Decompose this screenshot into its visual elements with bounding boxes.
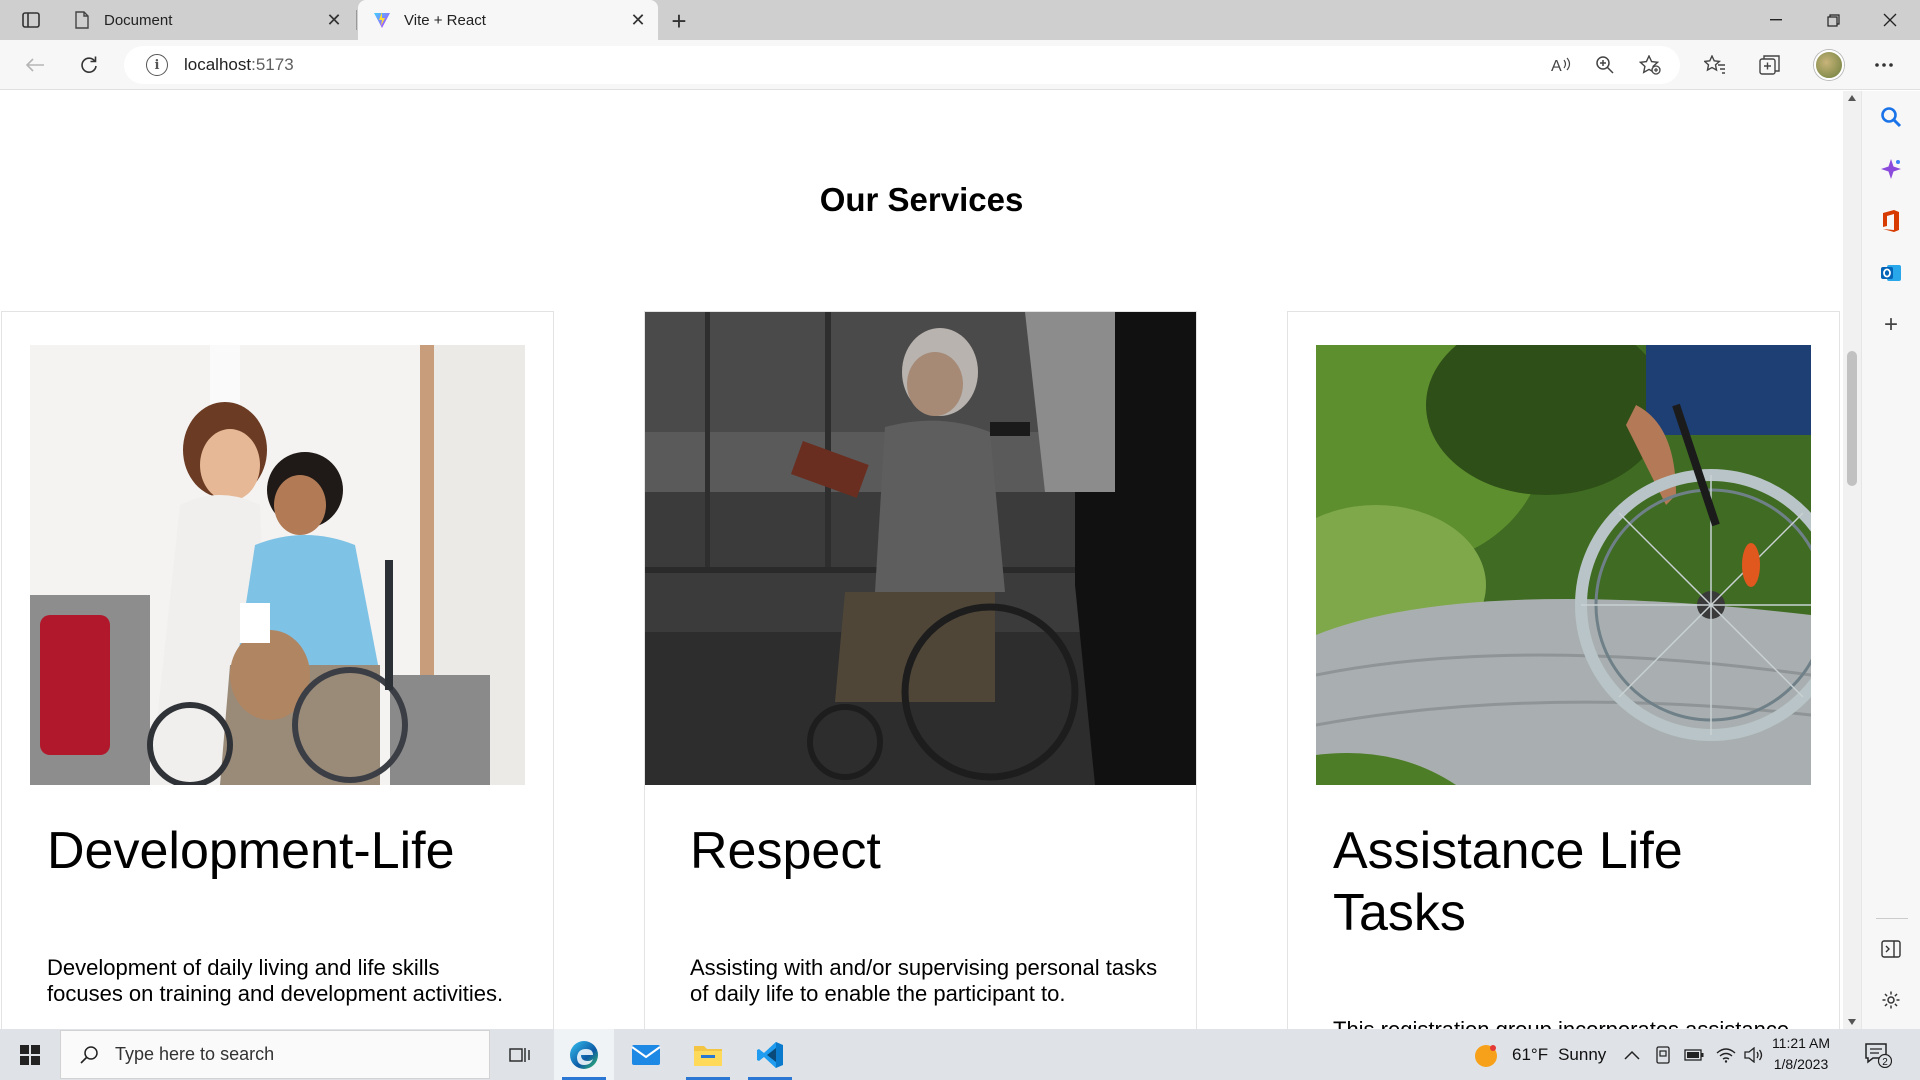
- windows-logo-icon: [20, 1044, 40, 1065]
- refresh-button[interactable]: [72, 49, 106, 81]
- taskbar-file-explorer[interactable]: [678, 1029, 738, 1080]
- discover-sparkle-icon[interactable]: [1876, 154, 1906, 184]
- scroll-down-icon[interactable]: [1848, 1019, 1856, 1025]
- mother-helping-boy-in-wheelchair-photo: [30, 345, 525, 785]
- folder-icon: [694, 1045, 722, 1066]
- service-card: Respect Assisting with and/or supervisin…: [644, 311, 1197, 1029]
- svg-text:A: A: [1551, 58, 1562, 74]
- tab-title: Vite + React: [404, 11, 486, 29]
- chevron-up-icon: [1624, 1050, 1640, 1060]
- edge-sidebar: +: [1861, 91, 1920, 1029]
- close-tab-icon[interactable]: ✕: [624, 6, 652, 34]
- profile-avatar[interactable]: [1814, 50, 1844, 80]
- url-text: localhost:5173: [184, 55, 294, 74]
- sun-icon: [1475, 1044, 1497, 1067]
- back-button[interactable]: [18, 49, 52, 81]
- hide-sidebar-icon[interactable]: [1876, 934, 1906, 964]
- back-arrow-icon: [25, 58, 44, 72]
- navigation-bar: i localhost:5173 A: [0, 40, 1920, 90]
- vscode-icon: [757, 1041, 783, 1068]
- search-icon[interactable]: [1876, 102, 1906, 132]
- new-tab-button[interactable]: +: [664, 6, 694, 36]
- restore-button[interactable]: [1805, 0, 1861, 40]
- vite-logo-icon: [372, 10, 392, 30]
- minimize-icon: [1770, 19, 1782, 21]
- favorites-icon[interactable]: [1699, 49, 1731, 81]
- settings-and-more-icon[interactable]: [1868, 49, 1900, 81]
- sidebar-settings-gear-icon[interactable]: [1876, 985, 1906, 1015]
- tab-document[interactable]: Document ✕: [58, 0, 354, 40]
- edge-icon: [570, 1040, 598, 1069]
- add-favorite-icon[interactable]: [1634, 49, 1666, 81]
- taskbar-clock[interactable]: 11:21 AM 1/8/2023: [1764, 1033, 1838, 1075]
- tab-strip: Document ✕ Vite + React ✕ +: [0, 0, 1920, 40]
- search-placeholder: Type here to search: [115, 1044, 275, 1064]
- office-icon[interactable]: [1876, 206, 1906, 236]
- clock-date: 1/8/2023: [1773, 1056, 1829, 1072]
- read-aloud-icon[interactable]: A: [1545, 49, 1577, 81]
- tab-actions-icon: [22, 12, 40, 28]
- card-text: Development of daily living and life ski…: [47, 955, 504, 1006]
- mail-icon: [631, 1044, 661, 1065]
- restore-icon: [1826, 13, 1840, 27]
- minimize-button[interactable]: [1748, 0, 1804, 40]
- add-sidebar-item-icon[interactable]: +: [1876, 310, 1906, 340]
- service-card: Assistance Life Tasks This registration …: [1287, 311, 1840, 1029]
- page-viewport: Our Services Development-Life Developmen…: [0, 91, 1843, 1029]
- notification-icon: 2: [1865, 1043, 1892, 1068]
- caregiver-pushing-elderly-woman-wheelchair-photo: [645, 312, 1196, 785]
- wifi-icon: [1716, 1047, 1736, 1063]
- task-view-icon: [509, 1047, 530, 1062]
- card-title: Respect: [690, 822, 881, 880]
- tab-vite-react[interactable]: Vite + React ✕: [358, 0, 658, 40]
- show-hidden-icons-button[interactable]: [1624, 1029, 1640, 1080]
- zoom-icon[interactable]: [1589, 49, 1621, 81]
- start-button[interactable]: [0, 1029, 60, 1080]
- close-icon: [1883, 13, 1897, 27]
- tab-title: Document: [104, 11, 173, 29]
- taskbar-vscode[interactable]: [740, 1029, 800, 1080]
- volume-button[interactable]: [1744, 1029, 1764, 1080]
- taskbar-search-input[interactable]: Type here to search: [60, 1030, 490, 1079]
- site-info-icon[interactable]: i: [146, 54, 168, 76]
- refresh-icon: [81, 56, 97, 73]
- weather-temperature: 61°F: [1512, 1044, 1549, 1064]
- collections-icon[interactable]: [1754, 49, 1786, 81]
- speaker-icon: [1744, 1046, 1763, 1063]
- windows-taskbar: Type here to search 61°F Sunny 11:21 AM …: [0, 1029, 1920, 1080]
- card-title: Development-Life: [47, 822, 455, 880]
- weather-widget[interactable]: 61°F Sunny: [1474, 1029, 1606, 1080]
- device-icon: [1656, 1045, 1670, 1064]
- network-button[interactable]: [1716, 1029, 1736, 1080]
- battery-button[interactable]: [1684, 1029, 1704, 1080]
- section-title: Our Services: [819, 181, 1024, 218]
- service-card: Development-Life Development of daily li…: [1, 311, 554, 1029]
- outlook-icon[interactable]: [1876, 258, 1906, 288]
- card-text: This registration group incorporates ass…: [1333, 1017, 1803, 1029]
- card-title: Assistance Life Tasks: [1333, 822, 1683, 942]
- tab-separator: [356, 10, 357, 30]
- search-icon: [75, 1045, 105, 1065]
- clock-time: 11:21 AM: [1771, 1035, 1831, 1051]
- page-scrollbar[interactable]: [1843, 91, 1861, 1029]
- task-view-button[interactable]: [490, 1029, 550, 1080]
- scrollbar-thumb[interactable]: [1847, 351, 1857, 486]
- taskbar-edge[interactable]: [554, 1029, 614, 1080]
- close-tab-icon[interactable]: ✕: [320, 6, 348, 34]
- close-window-button[interactable]: [1862, 0, 1918, 40]
- page-icon: [72, 10, 92, 30]
- meet-now-button[interactable]: [1655, 1029, 1671, 1080]
- taskbar-mail[interactable]: [616, 1029, 676, 1080]
- notification-center-button[interactable]: 2: [1862, 1039, 1894, 1071]
- sidebar-divider: [1876, 918, 1908, 919]
- weather-condition: Sunny: [1558, 1044, 1607, 1064]
- card-text: Assisting with and/or supervising person…: [690, 955, 1158, 1006]
- battery-icon: [1684, 1048, 1704, 1061]
- svg-text:2: 2: [1882, 1057, 1888, 1068]
- wheelchair-wheel-on-path-photo: [1316, 345, 1811, 785]
- address-bar[interactable]: i localhost:5173: [124, 46, 1680, 84]
- tab-actions-button[interactable]: [14, 8, 48, 32]
- scroll-up-icon[interactable]: [1848, 95, 1856, 101]
